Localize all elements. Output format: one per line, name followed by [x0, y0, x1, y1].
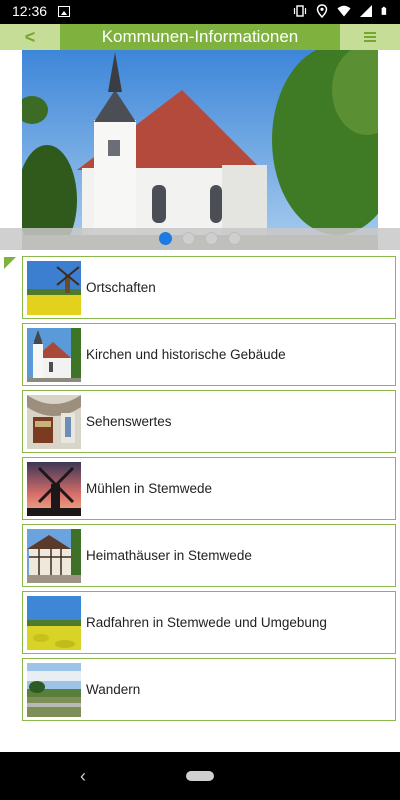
hamburger-icon	[364, 32, 376, 42]
carousel-dot-2[interactable]	[182, 232, 195, 245]
rapeseed-field-thumb	[27, 595, 81, 650]
image-notification-icon	[58, 6, 70, 17]
page-title: Kommunen-Informationen	[101, 27, 299, 46]
windmill-field-thumb	[27, 260, 81, 315]
back-button[interactable]: <	[0, 24, 60, 50]
list-item-label: Sehenswertes	[86, 414, 172, 429]
title-bar: Kommunen-Informationen	[60, 24, 340, 50]
list-item[interactable]: Heimathäuser in Stemwede	[22, 524, 396, 587]
list-item[interactable]: Kirchen und historische Gebäude	[22, 323, 396, 386]
system-navigation-bar: ‹	[0, 752, 400, 800]
system-home-pill[interactable]	[186, 771, 214, 781]
hero-image[interactable]	[22, 50, 378, 250]
status-icons	[293, 4, 390, 18]
signal-icon	[360, 5, 372, 17]
menu-button[interactable]	[340, 24, 400, 50]
list-item-label: Radfahren in Stemwede und Umgebung	[86, 615, 327, 630]
carousel-dot-4[interactable]	[228, 232, 241, 245]
list-item-label: Kirchen und historische Gebäude	[86, 347, 286, 362]
church-photo	[22, 50, 378, 250]
list-item-label: Mühlen in Stemwede	[86, 481, 213, 496]
list-item[interactable]: Mühlen in Stemwede	[22, 457, 396, 520]
windmill-sunset-thumb	[27, 461, 81, 516]
location-icon	[316, 4, 328, 18]
list-item[interactable]: Wandern	[22, 658, 396, 721]
carousel-dot-3[interactable]	[205, 232, 218, 245]
list-item[interactable]: Ortschaften	[22, 256, 396, 319]
app-header: < Kommunen-Informationen	[0, 24, 400, 50]
list-item-label: Ortschaften	[86, 280, 156, 295]
carousel-dots	[159, 232, 241, 245]
status-bar: 12:36	[0, 0, 400, 24]
carousel-dot-1[interactable]	[159, 232, 172, 245]
battery-icon	[381, 6, 387, 15]
category-list: Ortschaften Kirchen und historische Gebä…	[22, 256, 396, 725]
list-item[interactable]: Radfahren in Stemwede und Umgebung	[22, 591, 396, 654]
interior-thumb	[27, 394, 81, 449]
church-thumb	[27, 327, 81, 382]
landscape-thumb	[27, 662, 81, 717]
status-time: 12:36	[12, 3, 48, 19]
wifi-icon	[337, 5, 351, 17]
corner-triangle-decoration	[4, 257, 16, 269]
timber-house-thumb	[27, 528, 81, 583]
vibrate-icon	[293, 5, 307, 17]
list-item-label: Wandern	[86, 682, 141, 697]
list-item-label: Heimathäuser in Stemwede	[86, 548, 252, 563]
system-back-icon[interactable]: ‹	[80, 766, 86, 787]
list-item[interactable]: Sehenswertes	[22, 390, 396, 453]
